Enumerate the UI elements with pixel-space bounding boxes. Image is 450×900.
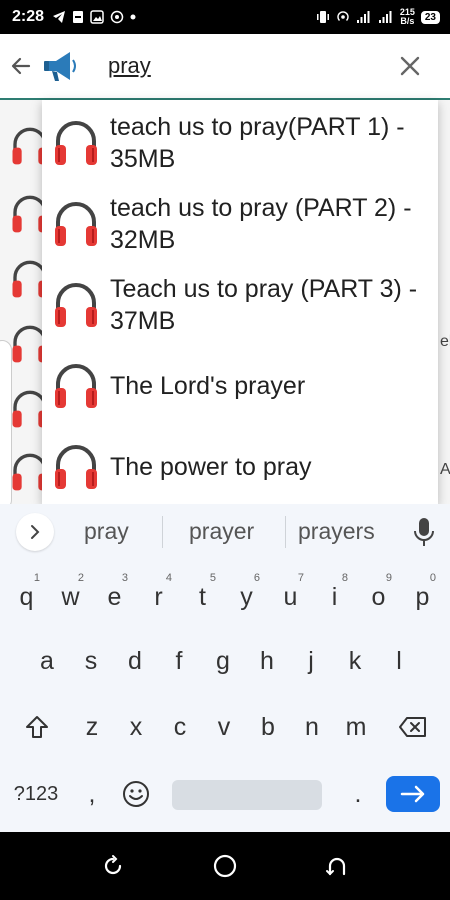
hotspot-icon (337, 11, 349, 21)
home-icon (213, 854, 237, 878)
word-separator (162, 516, 163, 548)
key-q[interactable]: q1 (5, 572, 48, 622)
chevron-right-icon (31, 525, 40, 539)
megaphone-icon (44, 52, 76, 81)
key-j[interactable]: j (289, 636, 333, 686)
background-edge-text: A (440, 461, 450, 478)
key-p[interactable]: p0 (401, 572, 444, 622)
key-n[interactable]: n (290, 702, 334, 752)
enter-key[interactable] (386, 776, 440, 812)
key-f[interactable]: f (157, 636, 201, 686)
arrow-right-icon (400, 785, 425, 803)
key-o[interactable]: o9 (357, 572, 400, 622)
search-suggestions-dropdown: teach us to pray(PART 1) - 35MB teach us… (42, 100, 438, 504)
suggestion-item[interactable]: The Lord's prayer (42, 345, 438, 426)
signal-icon-2 (378, 11, 392, 23)
word-suggestion[interactable]: prayers (298, 518, 375, 545)
at-icon (110, 10, 124, 24)
navigation-bar (0, 832, 450, 900)
key-s[interactable]: s (69, 636, 113, 686)
suggestion-item[interactable]: teach us to pray (PART 2) - 32MB (42, 183, 438, 264)
headphones-icon (55, 282, 97, 327)
file-icon (73, 11, 84, 23)
comma-key[interactable]: , (70, 770, 114, 818)
home-button[interactable] (209, 850, 241, 882)
backspace-key[interactable] (388, 702, 438, 752)
key-v[interactable]: v (202, 702, 246, 752)
key-t[interactable]: t5 (181, 572, 224, 622)
key-h[interactable]: h (245, 636, 289, 686)
key-m[interactable]: m (334, 702, 378, 752)
keyboard: pray prayer prayers q1 w2 e3 r4 t5 y6 u7… (0, 504, 450, 832)
back-nav-button[interactable] (321, 850, 353, 882)
backspace-icon (399, 717, 426, 737)
symbols-key[interactable]: ?123 (6, 770, 66, 818)
telegram-icon (53, 11, 66, 23)
status-time: 2:28 (12, 8, 45, 25)
emoji-key[interactable] (114, 770, 158, 818)
shift-icon (26, 716, 48, 738)
close-icon (400, 56, 420, 76)
app-logo (38, 44, 82, 88)
recents-button[interactable] (97, 850, 129, 882)
suggestion-label: The power to pray (110, 452, 312, 481)
headphones-icon (55, 363, 97, 408)
suggestion-item[interactable]: Teach us to pray (PART 3) - 37MB (42, 264, 438, 345)
search-input[interactable] (108, 53, 378, 79)
key-b[interactable]: b (246, 702, 290, 752)
arrow-left-icon (11, 57, 31, 75)
clear-search-button[interactable] (390, 46, 430, 86)
image-icon (90, 10, 104, 24)
suggestion-item[interactable]: teach us to pray(PART 1) - 35MB (42, 102, 438, 183)
key-x[interactable]: x (114, 702, 158, 752)
expand-toolbar-button[interactable] (16, 513, 54, 551)
key-i[interactable]: i8 (313, 572, 356, 622)
suggestion-label: The Lord's prayer (110, 371, 306, 400)
word-suggestion[interactable]: pray (84, 518, 129, 545)
back-nav-icon (326, 857, 346, 876)
shift-key[interactable] (12, 702, 62, 752)
battery-indicator: 23 (420, 10, 440, 24)
key-k[interactable]: k (333, 636, 377, 686)
emoji-icon (123, 781, 149, 807)
network-speed: 215 B/s (399, 7, 415, 26)
recents-icon (104, 855, 122, 875)
signal-icon (356, 11, 370, 23)
space-key[interactable] (172, 780, 322, 810)
key-l[interactable]: l (377, 636, 421, 686)
keyboard-suggestion-bar: pray prayer prayers (0, 504, 450, 560)
key-u[interactable]: u7 (269, 572, 312, 622)
search-toolbar (0, 34, 450, 100)
notification-icons (52, 10, 136, 24)
system-icons: 215 B/s 23 (316, 8, 440, 26)
headphones-icon (55, 120, 97, 165)
word-separator (285, 516, 286, 548)
key-z[interactable]: z (70, 702, 114, 752)
key-e[interactable]: e3 (93, 572, 136, 622)
key-d[interactable]: d (113, 636, 157, 686)
back-button[interactable] (4, 49, 38, 83)
status-bar: 2:28 215 B/s 23 (0, 0, 450, 34)
mic-icon[interactable] (412, 516, 436, 548)
key-y[interactable]: y6 (225, 572, 268, 622)
key-g[interactable]: g (201, 636, 245, 686)
background-edge-text: el (440, 333, 450, 350)
key-a[interactable]: a (25, 636, 69, 686)
suggestion-item[interactable]: The power to pray (42, 426, 438, 504)
suggestion-label: teach us to pray (PART 2) - 32MB (110, 193, 412, 254)
vibrate-icon (316, 11, 329, 23)
suggestion-label: Teach us to pray (PART 3) - 37MB (110, 274, 418, 335)
headphones-icon (55, 444, 97, 489)
suggestion-label: teach us to pray(PART 1) - 35MB (110, 112, 405, 173)
key-c[interactable]: c (158, 702, 202, 752)
headphones-icon (55, 201, 97, 246)
dot-icon (130, 14, 136, 20)
period-key[interactable]: . (336, 770, 380, 818)
word-suggestion[interactable]: prayer (189, 518, 254, 545)
key-r[interactable]: r4 (137, 572, 180, 622)
key-w[interactable]: w2 (49, 572, 92, 622)
